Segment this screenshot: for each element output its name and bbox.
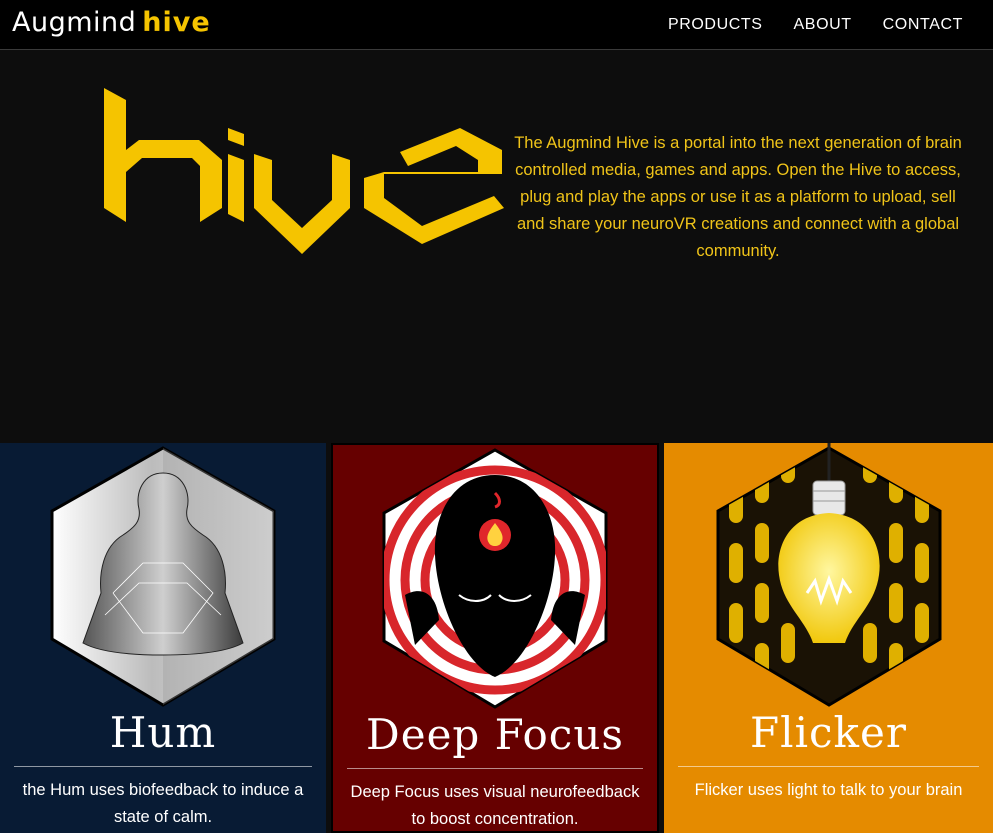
hero-section: The Augmind Hive is a portal into the ne… [0,50,993,443]
flicker-description: Flicker uses light to talk to your brain [694,781,963,799]
flicker-divider [678,766,979,767]
brand-main: Augmind [12,7,137,38]
nav-about[interactable]: ABOUT [794,16,852,34]
card-flicker[interactable]: Flicker Flicker uses light to talk to yo… [664,443,993,833]
brand-logo[interactable]: Augmind hive [12,7,211,43]
top-navbar: Augmind hive PRODUCTS ABOUT CONTACT [0,0,993,50]
product-cards: Hum the Hum uses biofeedback to induce a… [0,443,993,833]
card-deep-focus[interactable]: Deep Focus Deep Focus uses visual neurof… [331,443,659,833]
nav-contact[interactable]: CONTACT [883,16,963,34]
flicker-title: Flicker [750,708,907,757]
nav-products[interactable]: PRODUCTS [668,16,763,34]
hum-description: the Hum uses biofeedback to induce a sta… [22,781,304,826]
nav-menu: PRODUCTS ABOUT CONTACT [668,0,963,50]
hum-meditation-icon [50,446,276,707]
hero-description: The Augmind Hive is a portal into the ne… [514,134,962,260]
deep-focus-head-icon [382,448,608,709]
deep-focus-description: Deep Focus uses visual neurofeedback to … [350,783,640,828]
hum-divider [14,766,312,767]
card-hum[interactable]: Hum the Hum uses biofeedback to induce a… [0,443,326,833]
brand-accent: hive [142,7,211,38]
deep-focus-title: Deep Focus [366,710,624,759]
deep-focus-divider [347,768,643,769]
hive-logo [104,88,504,254]
flicker-lightbulb-icon [716,443,941,707]
hum-title: Hum [109,708,217,757]
